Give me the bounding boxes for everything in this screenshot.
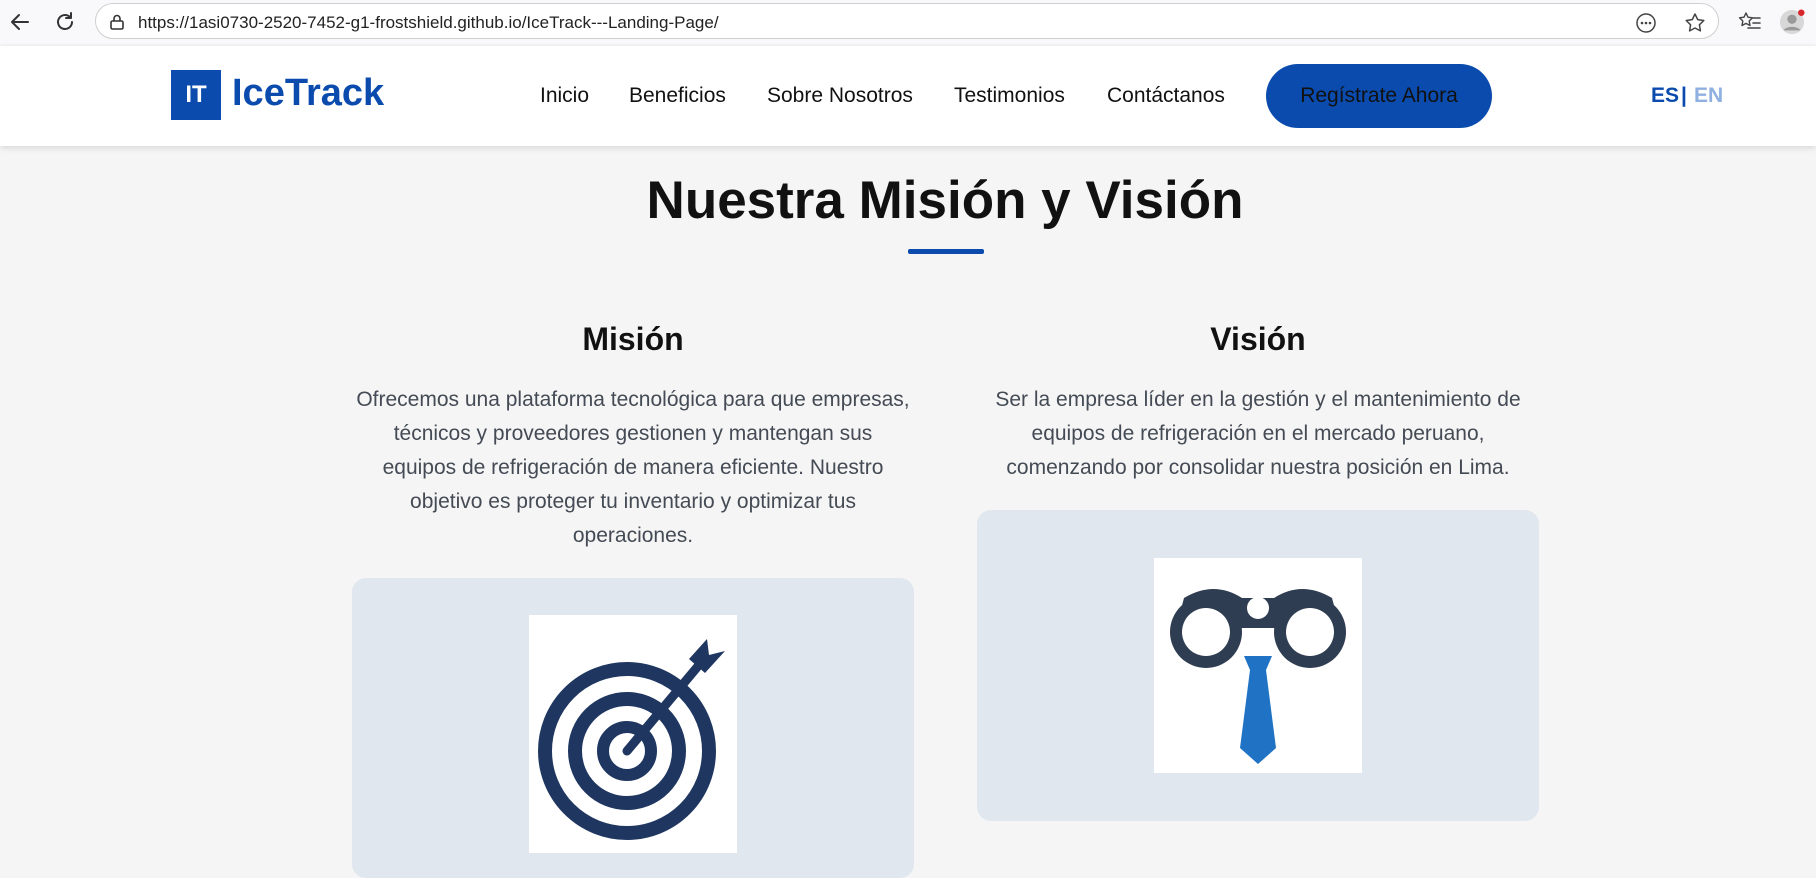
vision-image-card (977, 510, 1539, 821)
binoculars-tie-icon (1154, 558, 1362, 773)
section-title: Nuestra Misión y Visión (646, 171, 1244, 230)
profile-avatar-icon[interactable] (1779, 9, 1805, 35)
nav-link-testimonios[interactable]: Testimonios (954, 84, 1065, 108)
mission-image-card (352, 578, 914, 878)
mission-text-line: objetivo es proteger tu inventario y opt… (410, 490, 856, 513)
favorite-star-icon[interactable] (1683, 11, 1707, 35)
language-separator: | (1681, 84, 1687, 107)
language-es-toggle[interactable]: ES (1651, 84, 1679, 108)
nav-link-contactanos[interactable]: Contáctanos (1107, 84, 1225, 108)
nav-link-beneficios[interactable]: Beneficios (629, 84, 726, 108)
reload-icon[interactable] (51, 8, 79, 36)
nav-link-inicio[interactable]: Inicio (540, 84, 589, 108)
target-arrow-icon (529, 615, 737, 853)
back-arrow-icon[interactable] (6, 8, 34, 36)
address-bar[interactable]: https://1asi0730-2520-7452-g1-frostshiel… (95, 3, 1719, 39)
register-button[interactable]: Regístrate Ahora (1266, 64, 1492, 128)
nav-link-sobre-nosotros[interactable]: Sobre Nosotros (767, 84, 913, 108)
vision-heading: Visión (1210, 321, 1306, 357)
more-options-icon[interactable] (1634, 11, 1658, 35)
logo-text[interactable]: IceTrack (232, 72, 384, 115)
logo-badge[interactable]: IT (171, 70, 221, 120)
language-en-toggle[interactable]: EN (1694, 84, 1723, 108)
vision-text-line: equipos de refrigeración en el mercado p… (1031, 422, 1485, 445)
vision-text-line: Ser la empresa líder en la gestión y el … (995, 388, 1521, 411)
site-info-icon[interactable] (108, 13, 126, 31)
browser-toolbar: https://1asi0730-2520-7452-g1-frostshiel… (0, 0, 1816, 44)
mission-text-line: técnicos y proveedores gestionen y mante… (393, 422, 873, 445)
mission-text-line: operaciones. (572, 524, 694, 547)
site-header: IT IceTrack Inicio Beneficios Sobre Noso… (0, 46, 1816, 146)
vision-text: Ser la empresa líder en la gestión y el … (962, 383, 1554, 485)
title-underline (908, 249, 984, 254)
url-text: https://1asi0730-2520-7452-g1-frostshiel… (138, 13, 719, 32)
mission-text-line: Ofrecemos una plataforma tecnológica par… (356, 388, 910, 411)
mission-text-line: equipos de refrigeración de manera efici… (382, 456, 884, 479)
mission-heading: Misión (582, 321, 684, 357)
vision-text-line: comenzando por consolidar nuestra posici… (1006, 456, 1510, 479)
favorites-list-icon[interactable] (1737, 9, 1763, 35)
mission-text: Ofrecemos una plataforma tecnológica par… (337, 383, 929, 553)
